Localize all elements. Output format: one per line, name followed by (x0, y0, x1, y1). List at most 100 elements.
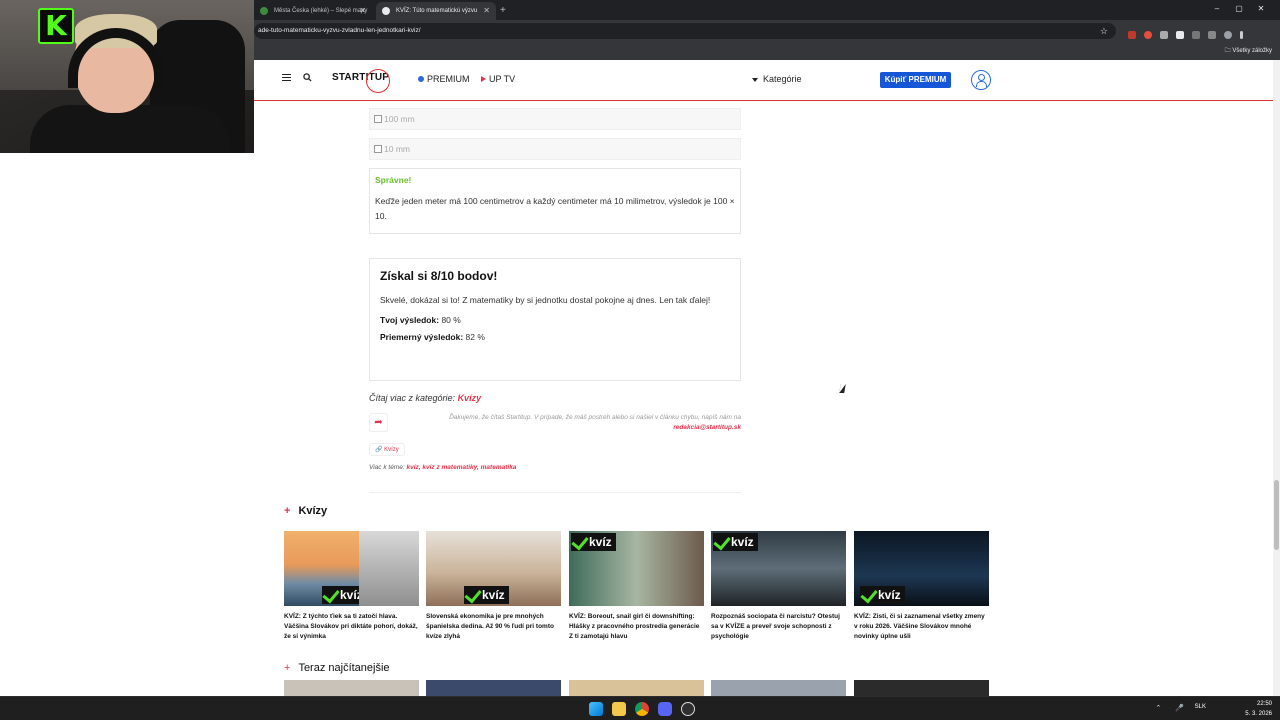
page-scrollbar[interactable] (1273, 60, 1280, 696)
tray-icons[interactable]: ⌃ 🎤 (1155, 704, 1190, 712)
feedback-note: Ďakujeme, že čítaš Startitup. V prípade,… (449, 414, 741, 431)
tab-label: Města Česka (lehké) – Slepé mapy (274, 8, 368, 14)
system-clock[interactable]: 22:50 5. 3. 2026 (1245, 699, 1272, 719)
card-thumbnail[interactable]: kvíz (284, 531, 419, 606)
nav-premium[interactable]: PREMIUM (418, 74, 470, 84)
article-card[interactable]: kvíz Slovenská ekonomika je pre mnohých … (426, 531, 561, 642)
profile-avatar[interactable] (1224, 31, 1232, 39)
search-icon[interactable] (303, 73, 312, 82)
article-card[interactable]: kvíz KVÍZ: Zisti, či si zaznamenal všetk… (854, 531, 989, 642)
windows-taskbar: ⌃ 🎤 SLK 22:50 5. 3. 2026 (0, 696, 1280, 720)
card-caption[interactable]: KVÍZ: Z týchto ťiek sa ti zatočí hlava. … (284, 612, 419, 642)
topic-links[interactable]: kvíz, kvíz z matematiky, matematika (406, 464, 516, 471)
buy-premium-button[interactable]: Kúpiť PREMIUM (880, 72, 951, 88)
section-title-kvizy[interactable]: + Kvízy (284, 505, 327, 517)
tab-close-icon[interactable]: ✕ (483, 2, 490, 20)
share-icon[interactable]: ➦ (369, 413, 388, 432)
tab-strip: Města Česka (lehké) – Slepé mapy ✕ KVÍZ:… (254, 0, 1280, 20)
window-controls: – ▢ ✕ (1206, 2, 1272, 16)
card-caption[interactable]: Rozpoznáš sociopata či narcistu? Otestuj… (711, 612, 846, 642)
quiz-option[interactable]: 100 mm (369, 108, 741, 130)
card-caption[interactable]: Slovenská ekonomika je pre mnohých špani… (426, 612, 561, 642)
extension-icon[interactable] (1128, 31, 1136, 39)
tab-slepe-mapy[interactable]: Města Česka (lehké) – Slepé mapy ✕ (254, 2, 372, 20)
quiz-option[interactable]: 10 mm (369, 138, 741, 160)
extension-icon[interactable] (1160, 31, 1168, 39)
card-thumbnail[interactable]: kvíz (854, 531, 989, 606)
extension-icon[interactable] (1176, 31, 1184, 39)
logo-ring-icon (366, 69, 390, 93)
tab-kviz-active[interactable]: KVÍZ: Túto matematickú výzvu ✕ (376, 2, 496, 20)
bookmark-star-icon[interactable]: ☆ (1100, 23, 1108, 39)
card-thumbnail[interactable] (711, 680, 846, 696)
windows-start-icon[interactable] (589, 702, 603, 716)
taskbar-apps (589, 702, 704, 716)
minimize-button[interactable]: – (1206, 2, 1228, 16)
clock-time: 22:50 (1256, 701, 1272, 707)
your-result: Tvoj výsledok: 80 % (380, 315, 461, 325)
article-card[interactable]: kvíz KVÍZ: Z týchto ťiek sa ti zatočí hl… (284, 531, 419, 642)
new-tab-button[interactable]: + (500, 2, 506, 20)
section-title-most-read[interactable]: + Teraz najčítanejšie (284, 662, 390, 674)
correct-label: Správne! (375, 175, 412, 185)
address-bar[interactable]: ade-tuto-matematicku-vyzvu-zvladnu-len-j… (254, 23, 1116, 39)
checkbox[interactable] (374, 115, 382, 123)
user-account-icon[interactable] (971, 70, 991, 90)
tag-chip[interactable]: 🔗 Kvízy (369, 443, 405, 456)
quiz-result-box: Získal si 8/10 bodov! Skvelé, dokázal si… (369, 258, 741, 381)
close-window-button[interactable]: ✕ (1250, 2, 1272, 16)
tab-close-icon[interactable]: ✕ (359, 2, 366, 20)
extension-icons (1128, 26, 1251, 39)
plus-icon: + (284, 505, 291, 517)
file-explorer-icon[interactable] (612, 702, 626, 716)
maximize-button[interactable]: ▢ (1228, 2, 1250, 16)
divider (369, 492, 741, 493)
all-bookmarks-button[interactable]: 🗀 Všetky záložky (1225, 42, 1272, 60)
sidebar-icon[interactable] (1208, 31, 1216, 39)
card-thumbnail[interactable]: kvíz (711, 531, 846, 606)
kviz-badge: kvíz (860, 586, 905, 604)
tab-label: KVÍZ: Túto matematickú výzvu (396, 8, 478, 14)
puzzle-icon[interactable] (1192, 31, 1200, 39)
mouse-cursor-icon (839, 384, 846, 393)
extension-icon[interactable] (1144, 31, 1152, 39)
nav-uptv[interactable]: UP TV (481, 74, 515, 84)
card-thumbnail[interactable] (284, 680, 419, 696)
card-thumbnail[interactable] (426, 680, 561, 696)
kebab-menu-icon[interactable] (1240, 31, 1243, 39)
play-icon (481, 76, 486, 82)
streamer-hoodie (30, 105, 230, 153)
read-more-category: Čítaj viac z kategórie: Kvízy (369, 393, 482, 403)
webcam-overlay: K (0, 0, 254, 153)
chrome-icon[interactable] (635, 702, 649, 716)
url-text: ade-tuto-matematicku-vyzvu-zvladnu-len-j… (258, 27, 421, 34)
score-text: Skvelé, dokázal si to! Z matematiky by s… (380, 295, 711, 305)
site-header: STARTITUP PREMIUM UP TV Kategórie Kúpiť … (254, 60, 1273, 101)
score-title: Získal si 8/10 bodov! (380, 269, 498, 283)
tab-favicon (382, 7, 390, 15)
average-result: Priemerný výsledok: 82 % (380, 332, 485, 342)
discord-icon[interactable] (658, 702, 672, 716)
obs-icon[interactable] (681, 702, 695, 716)
card-caption[interactable]: KVÍZ: Boreout, snail girl či downshiftin… (569, 612, 704, 642)
card-thumbnail[interactable]: kvíz (426, 531, 561, 606)
keyboard-language[interactable]: SLK (1195, 704, 1206, 710)
hamburger-menu-icon[interactable] (282, 74, 291, 81)
kick-logo: K (38, 8, 74, 44)
article-card[interactable]: kvíz Rozpoznáš sociopata či narcistu? Ot… (711, 531, 846, 642)
scrollbar-thumb[interactable] (1274, 480, 1279, 550)
answer-text: Keďže jeden meter má 100 centimetrov a k… (375, 196, 735, 221)
editor-email-link[interactable]: redakcia@startitup.sk (673, 424, 741, 431)
card-thumbnail[interactable]: kvíz (569, 531, 704, 606)
checkbox[interactable] (374, 145, 382, 153)
tab-favicon (260, 7, 268, 15)
category-link[interactable]: Kvízy (458, 393, 482, 403)
nav-categories[interactable]: Kategórie (752, 74, 802, 84)
kviz-badge: kvíz (464, 586, 509, 604)
answer-explanation: Správne! Keďže jeden meter má 100 centim… (369, 168, 741, 234)
article-card[interactable]: kvíz KVÍZ: Boreout, snail girl či downsh… (569, 531, 704, 642)
card-thumbnail[interactable] (854, 680, 989, 696)
card-thumbnail[interactable] (569, 680, 704, 696)
card-caption[interactable]: KVÍZ: Zisti, či si zaznamenal všetky zme… (854, 612, 989, 642)
related-topics: Viac k téme: kvíz, kvíz z matematiky, ma… (369, 464, 517, 471)
